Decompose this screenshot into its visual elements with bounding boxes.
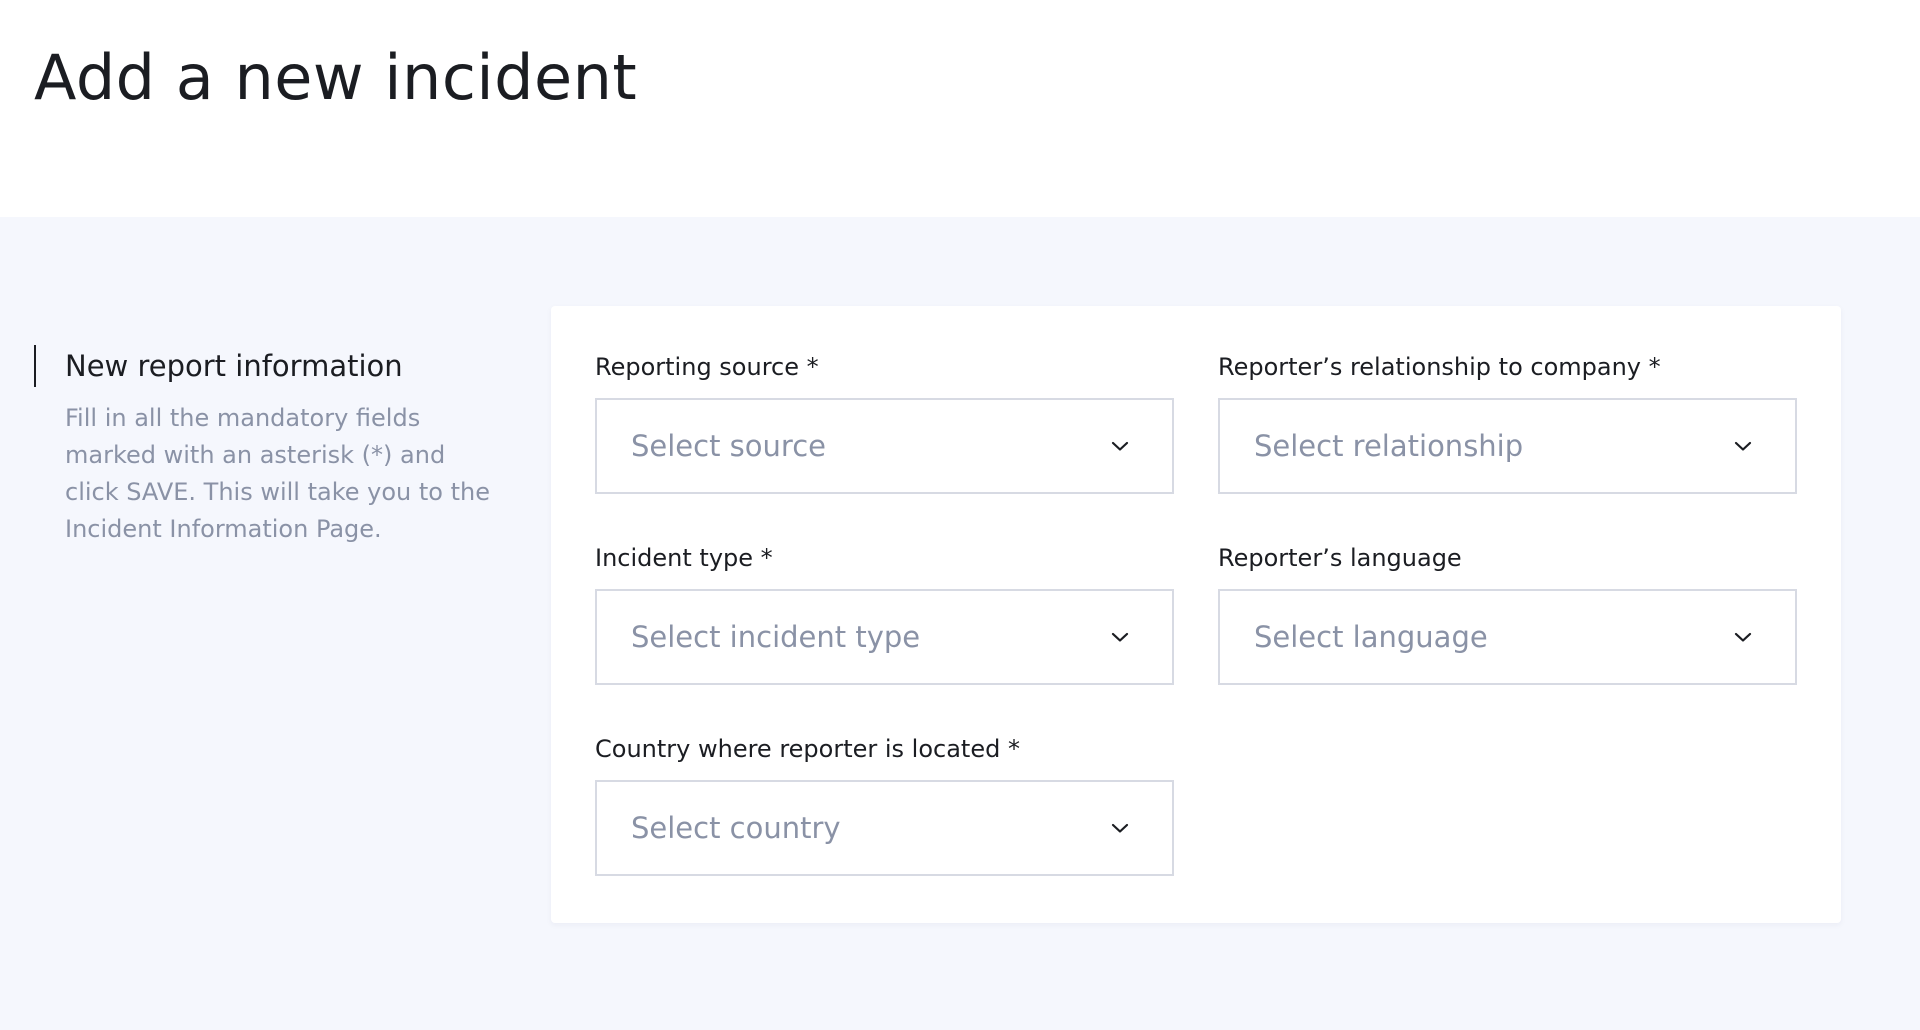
content-area: New report information Fill in all the m… [0, 217, 1920, 1030]
chevron-down-icon [1110, 627, 1130, 647]
relationship-select[interactable]: Select relationship [1218, 398, 1797, 494]
country-placeholder: Select country [631, 811, 841, 845]
reporting-source-placeholder: Select source [631, 429, 826, 463]
section-title: New report information [65, 349, 403, 383]
chevron-down-icon [1110, 436, 1130, 456]
chevron-down-icon [1110, 818, 1130, 838]
incident-type-placeholder: Select incident type [631, 620, 921, 654]
reporting-source-select[interactable]: Select source [595, 398, 1174, 494]
country-label: Country where reporter is located * [595, 735, 1020, 763]
page-title: Add a new incident [34, 41, 638, 114]
language-select[interactable]: Select language [1218, 589, 1797, 685]
new-incident-form: Reporting source * Select source Reporte… [551, 306, 1841, 923]
incident-type-label: Incident type * [595, 544, 773, 572]
section-accent-bar [34, 345, 36, 387]
relationship-label: Reporter’s relationship to company * [1218, 353, 1661, 381]
reporting-source-field: Reporting source * Select source [595, 350, 1174, 494]
country-select[interactable]: Select country [595, 780, 1174, 876]
language-label: Reporter’s language [1218, 544, 1462, 572]
reporting-source-label: Reporting source * [595, 353, 819, 381]
chevron-down-icon [1733, 627, 1753, 647]
page-header: Add a new incident [0, 0, 1920, 217]
incident-type-field: Incident type * Select incident type [595, 541, 1174, 685]
language-field: Reporter’s language Select language [1218, 541, 1797, 685]
chevron-down-icon [1733, 436, 1753, 456]
language-placeholder: Select language [1254, 620, 1488, 654]
relationship-placeholder: Select relationship [1254, 429, 1524, 463]
country-field: Country where reporter is located * Sele… [595, 732, 1174, 876]
incident-type-select[interactable]: Select incident type [595, 589, 1174, 685]
relationship-field: Reporter’s relationship to company * Sel… [1218, 350, 1797, 494]
section-description: Fill in all the mandatory fields marked … [65, 404, 490, 543]
